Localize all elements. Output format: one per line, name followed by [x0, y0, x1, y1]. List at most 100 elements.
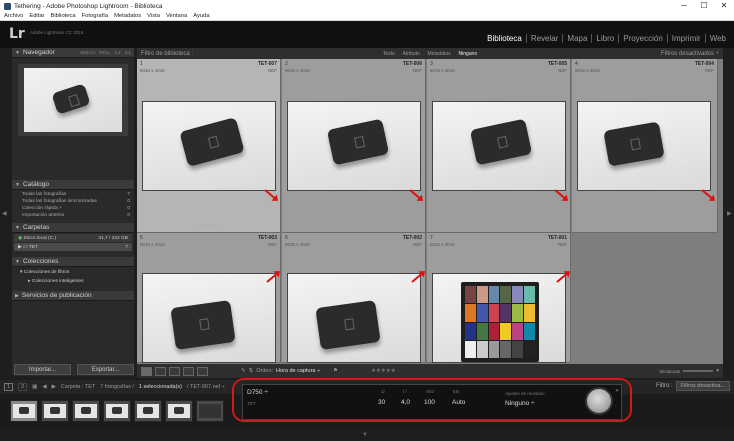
- filmstrip-thumbnail[interactable]: [165, 400, 193, 422]
- catalog-item[interactable]: Todas las fotografías sincronizadas 0: [12, 199, 134, 206]
- grid-cell[interactable]: 3 6016 x 4016 TET-005 NEF: [427, 59, 571, 233]
- filter-none[interactable]: Ninguno: [458, 51, 477, 57]
- zoom-fit[interactable]: ENCAJ: [80, 50, 95, 55]
- grid-cell[interactable]: 6 6016 x 4016 TET-002 NEF: [282, 233, 426, 363]
- grid-icon[interactable]: ▦: [32, 384, 37, 390]
- navigator-zoom-options: ENCAJ RELL 1:1 4:1: [80, 50, 131, 55]
- menu-fotografia[interactable]: Fotografía: [82, 13, 108, 19]
- cell-filename: TET-006: [402, 61, 422, 67]
- filmstrip-thumbnail[interactable]: [72, 400, 100, 422]
- filmstrip-filter-dropdown[interactable]: Filtros desactiva...: [675, 381, 730, 391]
- forward-arrow-icon[interactable]: ▶: [52, 384, 56, 390]
- menu-ventana[interactable]: Ventana: [166, 13, 187, 19]
- module-revelar[interactable]: Revelar: [525, 34, 563, 43]
- source-path[interactable]: Carpeta : TET: [61, 384, 95, 390]
- navigator-preview[interactable]: [18, 64, 128, 136]
- page-2-button[interactable]: 2: [18, 383, 28, 391]
- filter-metadata[interactable]: Metadatos: [427, 51, 450, 57]
- zoom-1-1[interactable]: 1:1: [114, 50, 120, 55]
- module-libro[interactable]: Libro: [591, 34, 618, 43]
- compare-view-button[interactable]: [169, 366, 180, 376]
- filter-text[interactable]: Texto: [383, 51, 395, 57]
- loupe-view-button[interactable]: [155, 366, 166, 376]
- minimize-icon[interactable]: ─: [674, 0, 694, 12]
- catalog-item[interactable]: Todas las fotografías 7: [12, 192, 134, 199]
- capture-shutter-button[interactable]: [585, 387, 613, 415]
- grid-cell[interactable]: 4 6016 x 4016 TET-004 NEF: [572, 59, 718, 233]
- module-mapa[interactable]: Mapa: [562, 34, 591, 43]
- collection-set-row[interactable]: ▾ Colecciones de filtros: [14, 268, 132, 276]
- menu-archivo[interactable]: Archivo: [4, 13, 23, 19]
- close-tether-icon[interactable]: ✕: [615, 388, 619, 394]
- flag-icon[interactable]: ⚑: [333, 368, 338, 374]
- filmstrip-thumbnail[interactable]: [41, 400, 69, 422]
- maximize-icon[interactable]: ☐: [694, 0, 714, 12]
- folders-header[interactable]: ▼ Carpetas: [12, 223, 134, 233]
- device-photo: [315, 300, 381, 350]
- survey-view-button[interactable]: [183, 366, 194, 376]
- module-proyeccion[interactable]: Proyección: [618, 34, 667, 43]
- filter-preset[interactable]: Filtros desactivados ÷: [661, 51, 719, 57]
- sort-direction-icon[interactable]: ⇅: [249, 368, 254, 374]
- disk-row[interactable]: ◉ Disco local (C:) 41,7 / 222 GB: [14, 234, 132, 242]
- right-panel-collapse-icon[interactable]: ▶: [727, 210, 732, 217]
- catalog-item[interactable]: Colección rápida + 0: [12, 206, 134, 213]
- menu-vista[interactable]: Vista: [147, 13, 160, 19]
- grid-cell[interactable]: 7 6016 x 4016 TET-001 NEF: [427, 233, 571, 363]
- module-web[interactable]: Web: [704, 34, 730, 43]
- close-icon[interactable]: ✕: [714, 0, 734, 12]
- grid-cell[interactable]: 2 6016 x 4016 TET-006 NEF: [282, 59, 426, 233]
- photo-thumbnail[interactable]: [142, 273, 276, 363]
- filmstrip-thumbnail[interactable]: [10, 400, 38, 422]
- export-button[interactable]: Exportar...: [77, 364, 134, 375]
- photo-thumbnail[interactable]: [287, 101, 421, 191]
- filmstrip-thumbnail[interactable]: [103, 400, 131, 422]
- rating-stars[interactable]: ★★★★★: [371, 368, 396, 374]
- tether-settings-icon[interactable]: ◦: [615, 403, 617, 409]
- navigator-header[interactable]: ▼ Navegador ENCAJ RELL 1:1 4:1: [12, 48, 134, 58]
- painter-icon[interactable]: ✎: [241, 368, 246, 374]
- back-arrow-icon[interactable]: ◀: [42, 384, 46, 390]
- sort-label: Orden:: [256, 368, 274, 374]
- grid-view-button[interactable]: [141, 366, 152, 376]
- module-biblioteca[interactable]: Biblioteca: [483, 34, 526, 43]
- photo-thumbnail[interactable]: [577, 101, 711, 191]
- camera-model-dropdown[interactable]: D750 ÷: [247, 389, 268, 396]
- cell-index: 2: [285, 61, 288, 67]
- photo-thumbnail[interactable]: [432, 273, 566, 363]
- thumbnail-size-slider[interactable]: [683, 370, 714, 372]
- photo-thumbnail[interactable]: [432, 101, 566, 191]
- catalog-header[interactable]: ▼ Catálogo: [12, 180, 134, 190]
- photo-thumbnail[interactable]: [142, 101, 276, 191]
- grid-cell[interactable]: 5 6016 x 4016 TET-003 NEF: [137, 233, 281, 363]
- grid-cell[interactable]: 1 6016 x 4016 TET-007 NEF · · · · ·: [137, 59, 281, 233]
- collection-set-row[interactable]: ▸ Colecciones inteligentes: [14, 277, 132, 285]
- left-panel-collapse-icon[interactable]: ◀: [2, 210, 7, 217]
- sort-dropdown[interactable]: Hora de captura ÷: [276, 368, 320, 374]
- menu-editar[interactable]: Editar: [29, 13, 44, 19]
- folder-row[interactable]: ▶ ▭ TET 7: [14, 243, 132, 251]
- page-1-button[interactable]: 1: [4, 383, 14, 391]
- collections-header[interactable]: ▼ Colecciones: [12, 257, 134, 267]
- filter-attribute[interactable]: Atributo: [403, 51, 420, 57]
- develop-settings-dropdown[interactable]: Ninguno ÷: [505, 400, 535, 407]
- module-imprimir[interactable]: Imprimir: [666, 34, 705, 43]
- menu-biblioteca[interactable]: Biblioteca: [51, 13, 76, 19]
- current-file[interactable]: / TET-007.nef ÷: [187, 384, 225, 390]
- photo-thumbnail[interactable]: [287, 273, 421, 363]
- people-view-button[interactable]: [197, 366, 208, 376]
- import-button[interactable]: Importar...: [14, 364, 71, 375]
- cell-format: NEF: [268, 242, 277, 247]
- zoom-fill[interactable]: RELL: [99, 50, 110, 55]
- publish-header[interactable]: ▶ Servicios de publicación: [12, 291, 134, 301]
- catalog-item[interactable]: Importación anterior 0: [12, 213, 134, 220]
- cell-dimensions: 6016 x 4016: [285, 242, 310, 247]
- zoom-4-1[interactable]: 4:1: [125, 50, 131, 55]
- menu-ayuda[interactable]: Ayuda: [193, 13, 209, 19]
- menu-metadatos[interactable]: Metadatos: [114, 13, 141, 19]
- filmstrip-thumbnail[interactable]: [134, 400, 162, 422]
- toolbar-menu-icon[interactable]: ▾: [716, 368, 719, 374]
- expand-triangle-icon[interactable]: ▶: [18, 245, 22, 250]
- filmstrip-thumbnail[interactable]: [196, 400, 224, 422]
- filmstrip-collapse-icon[interactable]: ▼: [362, 432, 368, 438]
